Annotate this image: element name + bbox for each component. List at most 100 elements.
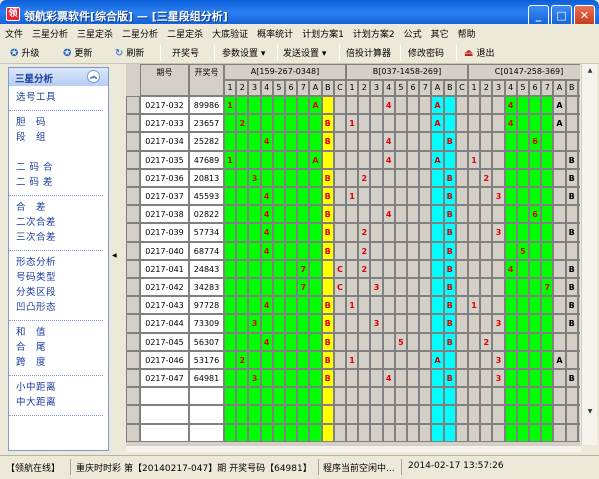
- maximize-button[interactable]: □: [551, 5, 572, 26]
- grid-cell: [553, 223, 566, 242]
- period-cell: 0217-044: [140, 314, 189, 333]
- sidebar-item[interactable]: 跨 度: [16, 355, 103, 370]
- grid-cell: [553, 241, 566, 260]
- grid-cell: [285, 423, 298, 442]
- update-button[interactable]: ✪ 更新: [63, 46, 92, 59]
- close-button[interactable]: ✕: [574, 5, 595, 26]
- grid-cell: [541, 132, 554, 151]
- grid-cell: [309, 223, 322, 242]
- sidebar-item[interactable]: 合 差: [16, 200, 103, 215]
- sidebar-item[interactable]: 中大距离: [16, 395, 103, 410]
- grid-cell: [272, 259, 285, 278]
- menu-item-3[interactable]: 二星分析: [117, 24, 162, 40]
- splitter[interactable]: ◀: [112, 67, 118, 451]
- grid-cell: [394, 96, 407, 115]
- sidebar-item[interactable]: 段 组: [16, 130, 103, 145]
- sidebar-item[interactable]: 形态分析: [16, 255, 103, 270]
- update-icon: ✪: [63, 48, 72, 59]
- row-header: [126, 387, 140, 406]
- sidebar-item[interactable]: 二 码 差: [16, 175, 103, 190]
- grid-cell: [541, 296, 554, 315]
- grid-cell: [260, 387, 273, 406]
- sidebar-item[interactable]: 胆 码: [16, 115, 103, 130]
- sidebar-item[interactable]: 号码类型: [16, 270, 103, 285]
- menu-item-4[interactable]: 二星定杀: [162, 24, 207, 40]
- grid-cell: [407, 332, 420, 351]
- grid-cell: [333, 132, 346, 151]
- param-settings-menu[interactable]: 参数设置 ▾: [222, 46, 265, 59]
- exit-button[interactable]: ⏏ 退出: [464, 46, 494, 59]
- grid-cell: [407, 150, 420, 169]
- sidebar-header[interactable]: 三星分析 ︽: [9, 68, 108, 86]
- collapse-chevron-icon[interactable]: ︽: [87, 70, 100, 83]
- header-group-a: A[159-267-0348]: [224, 64, 346, 80]
- sidebar-item[interactable]: 二 码 合: [16, 160, 103, 175]
- menu-item-8[interactable]: 计划方案2: [348, 24, 399, 40]
- grid-cell: [419, 387, 432, 406]
- grid-cell: [565, 405, 578, 424]
- grid-cell: [480, 278, 493, 297]
- sidebar-item[interactable]: 三次合差: [16, 230, 103, 245]
- menu-item-10[interactable]: 其它: [426, 24, 453, 40]
- sidebar-item[interactable]: 二次合差: [16, 215, 103, 230]
- menu-item-9[interactable]: 公式: [399, 24, 426, 40]
- horizontal-scrollbar[interactable]: [126, 445, 581, 452]
- menu-item-2[interactable]: 三星定杀: [72, 24, 117, 40]
- grid-cell: [272, 369, 285, 388]
- grid-cell: [529, 187, 542, 206]
- vertical-scrollbar[interactable]: ▲ ▼: [581, 64, 597, 445]
- upgrade-button[interactable]: ✪ 升级: [10, 46, 39, 59]
- hit-cell: B: [321, 314, 334, 333]
- menu-item-5[interactable]: 大底验证: [207, 24, 252, 40]
- grid-cell: [419, 296, 432, 315]
- menu-item-0[interactable]: 文件: [0, 24, 27, 40]
- grid-cell: [248, 423, 261, 442]
- sidebar-item[interactable]: 和 值: [16, 325, 103, 340]
- sidebar-item[interactable]: 小中距离: [16, 380, 103, 395]
- col-header-c-2: 2: [480, 80, 493, 96]
- hit-cell: 4: [260, 296, 273, 315]
- grid-cell: [248, 187, 261, 206]
- hit-cell: B: [443, 223, 456, 242]
- grid-cell: [333, 387, 346, 406]
- grid-cell: [297, 114, 310, 133]
- menu-item-6[interactable]: 概率统计: [252, 24, 297, 40]
- grid-cell: [297, 150, 310, 169]
- refresh-button[interactable]: ↻ 刷新: [115, 46, 144, 59]
- change-password-button[interactable]: 修改密码: [408, 46, 444, 59]
- hit-cell: B: [565, 150, 578, 169]
- grid-cell: [236, 187, 249, 206]
- sidebar-item[interactable]: 合 尾: [16, 340, 103, 355]
- grid-cell: [516, 314, 529, 333]
- sidebar-item[interactable]: 选号工具: [16, 90, 103, 105]
- lottery-number-button[interactable]: 开奖号: [172, 46, 199, 59]
- hit-cell: B: [565, 296, 578, 315]
- scroll-up-icon[interactable]: ▲: [584, 66, 596, 76]
- grid-cell: [382, 187, 395, 206]
- menu-item-1[interactable]: 三星分析: [27, 24, 72, 40]
- menu-item-7[interactable]: 计划方案1: [297, 24, 348, 40]
- minimize-button[interactable]: _: [528, 5, 549, 26]
- grid-cell: [407, 168, 420, 187]
- sidebar-item[interactable]: 分类区段: [16, 285, 103, 300]
- grid-cell: [272, 314, 285, 333]
- multiple-calculator-button[interactable]: 倍投计算器: [346, 46, 391, 59]
- hit-cell: B: [565, 259, 578, 278]
- grid-cell: [236, 205, 249, 224]
- col-header-c-5: 5: [516, 80, 529, 96]
- hit-cell: B: [443, 259, 456, 278]
- send-settings-menu[interactable]: 发送设置 ▾: [283, 46, 326, 59]
- sidebar-item[interactable]: 凹凸形态: [16, 300, 103, 315]
- grid-cell: [468, 314, 481, 333]
- grid-cell: [236, 150, 249, 169]
- hit-cell: B: [443, 278, 456, 297]
- grid-cell: [468, 423, 481, 442]
- hit-cell: 3: [492, 314, 505, 333]
- scroll-down-icon[interactable]: ▼: [584, 407, 596, 417]
- row-header: [126, 350, 140, 369]
- grid-cell: [272, 132, 285, 151]
- grid-cell: [492, 296, 505, 315]
- grid-cell: [333, 405, 346, 424]
- menu-item-11[interactable]: 帮助: [453, 24, 480, 40]
- grid-cell: [333, 187, 346, 206]
